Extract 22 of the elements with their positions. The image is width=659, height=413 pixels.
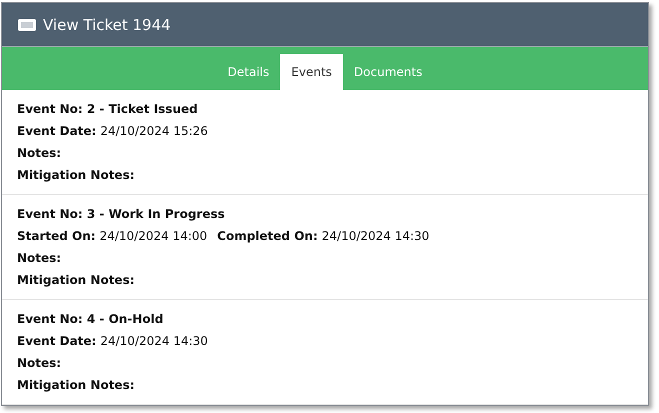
tab[interactable]: Details	[216, 54, 280, 90]
field-label: Notes:	[17, 145, 62, 162]
field-label: Mitigation Notes:	[17, 272, 135, 289]
field-value: 24/10/2024 14:00	[100, 228, 208, 245]
field-label: Event Date:	[17, 123, 96, 140]
field-label: Mitigation Notes:	[17, 167, 135, 184]
field-label: Started On:	[17, 228, 96, 245]
event-title: Event No: 2 - Ticket Issued	[17, 101, 199, 118]
field-value: 24/10/2024 14:30	[322, 228, 430, 245]
field-label: Event Date:	[17, 333, 96, 350]
ticket-icon	[18, 18, 36, 30]
field-label: Notes:	[17, 250, 62, 267]
event-title: Event No: 3 - Work In Progress	[17, 206, 226, 223]
field-label: Completed On:	[217, 228, 318, 245]
field-label: Notes:	[17, 355, 62, 372]
window-title: View Ticket 1944	[43, 16, 171, 34]
field-value: 24/10/2024 15:26	[100, 123, 208, 140]
tab[interactable]: Documents	[342, 54, 434, 90]
field-value: 24/10/2024 14:30	[100, 333, 208, 350]
tab[interactable]: Events	[280, 54, 343, 90]
field-label: Mitigation Notes:	[17, 377, 135, 394]
event-title: Event No: 4 - On-Hold	[17, 311, 164, 328]
